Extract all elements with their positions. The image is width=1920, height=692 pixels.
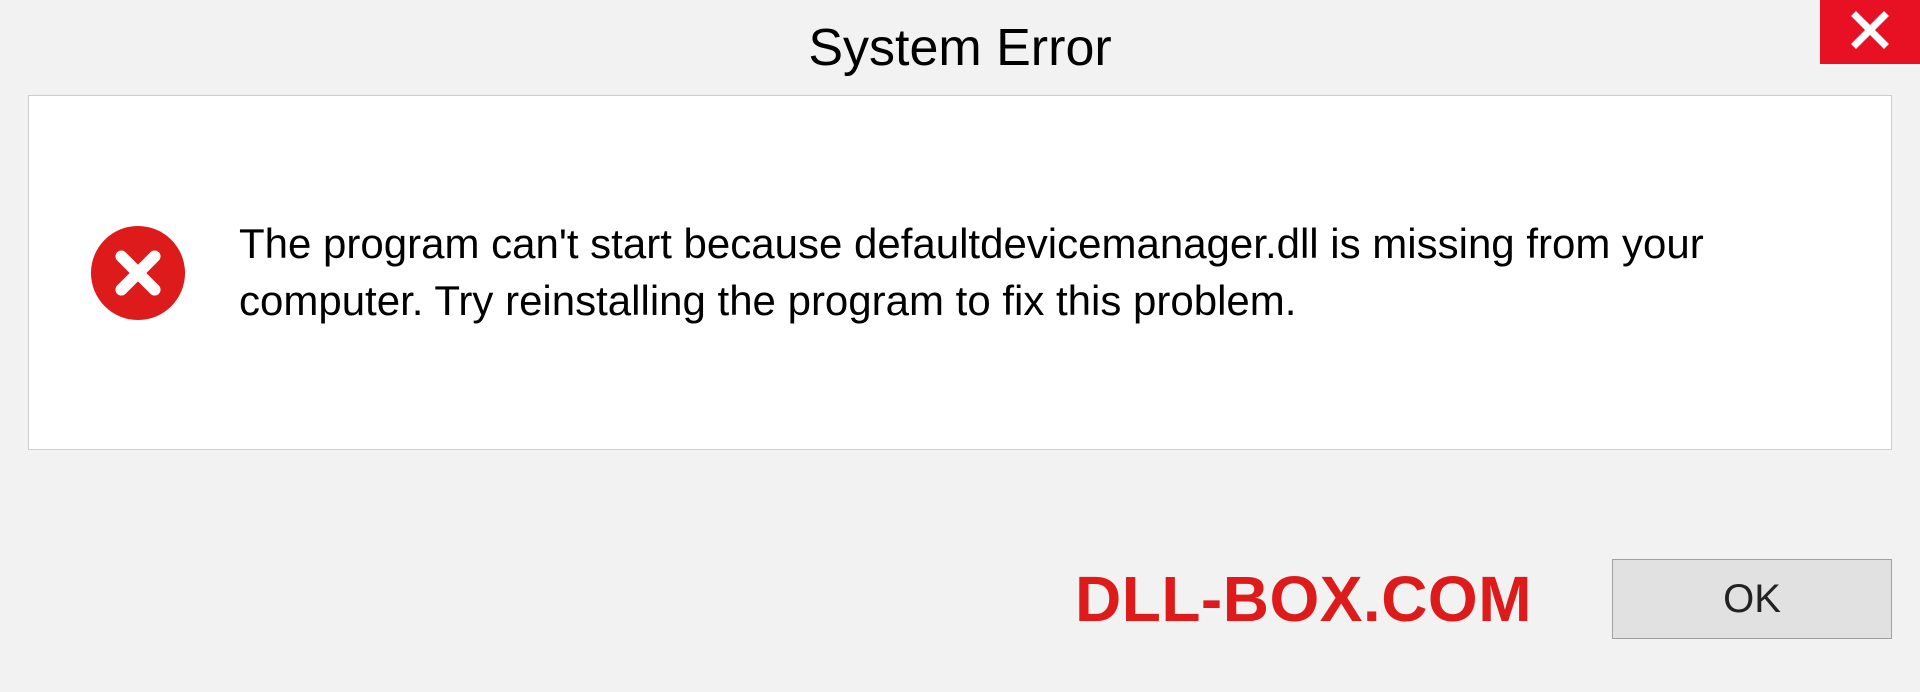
close-icon bbox=[1846, 6, 1894, 59]
system-error-dialog: System Error The program can't start bec… bbox=[0, 0, 1920, 692]
content-panel: The program can't start because defaultd… bbox=[28, 95, 1892, 450]
close-button[interactable] bbox=[1820, 0, 1920, 64]
dialog-title: System Error bbox=[808, 18, 1111, 78]
error-icon bbox=[89, 224, 187, 322]
error-message: The program can't start because defaultd… bbox=[239, 216, 1779, 329]
ok-button[interactable]: OK bbox=[1612, 559, 1892, 639]
titlebar: System Error bbox=[0, 0, 1920, 95]
dialog-footer: DLL-BOX.COM OK bbox=[28, 534, 1892, 664]
watermark-text: DLL-BOX.COM bbox=[1075, 562, 1532, 636]
